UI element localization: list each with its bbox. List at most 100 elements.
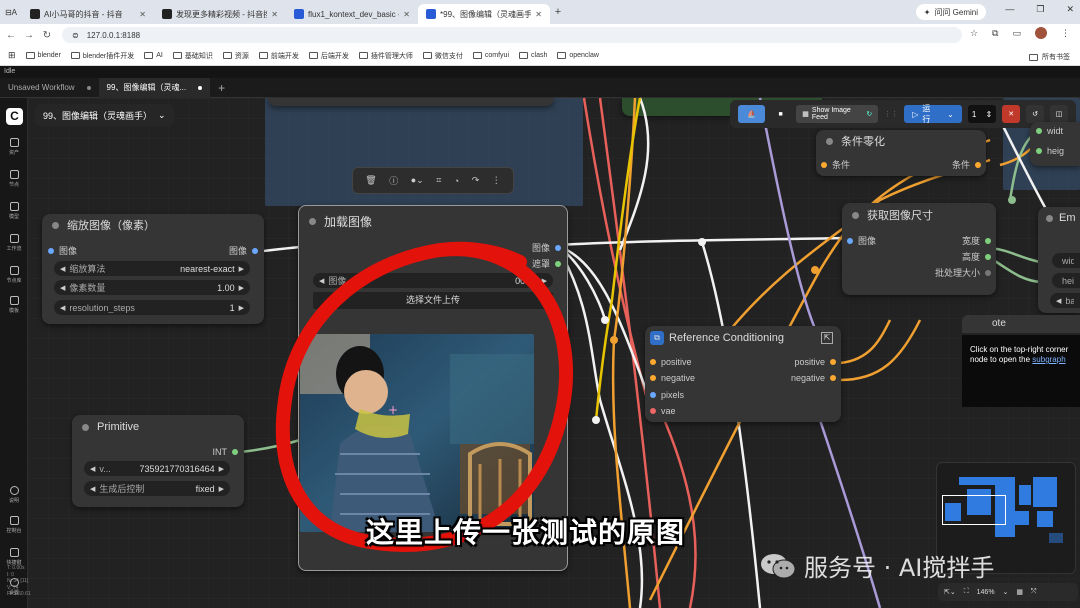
bookmark-item[interactable]: AI xyxy=(144,52,163,59)
widget-value[interactable]: ◀ v... 735921770316464 ▶ xyxy=(84,461,230,476)
node-collapse-icon[interactable] xyxy=(82,423,89,431)
output-slot-width[interactable]: 宽度 xyxy=(962,234,991,247)
widget-width[interactable]: wid xyxy=(1052,253,1080,268)
upload-button[interactable]: 选择文件上传 xyxy=(313,292,553,309)
link-visibility-icon[interactable]: ⤲ xyxy=(1031,588,1037,596)
widget-control-after-generate[interactable]: ◀ 生成后控制 fixed ▶ xyxy=(84,481,230,496)
node-collapse-icon[interactable] xyxy=(309,217,316,225)
color-icon[interactable]: ●⌄ xyxy=(411,175,424,186)
node-reference-conditioning[interactable]: ⧉ Reference Conditioning ⇱ positive nega… xyxy=(645,326,841,422)
browser-tab-3[interactable]: flux1_kontext_dev_basic - Co ✕ xyxy=(286,4,418,24)
node-collapse-icon[interactable] xyxy=(52,221,59,229)
browser-tab-1[interactable]: AI小马哥的抖音 - 抖音 ✕ xyxy=(22,4,154,24)
browser-tab-2[interactable]: 发现更多精彩视频 - 抖音搜索 ✕ xyxy=(154,4,286,24)
sidebar-item-models[interactable]: 模型 xyxy=(0,202,28,220)
output-slot-negative[interactable]: negative xyxy=(791,373,836,383)
bookmark-item[interactable]: blender插件开发 xyxy=(70,51,134,61)
widget-megapixels[interactable]: ◀ 像素数量 1.00 ▶ xyxy=(54,280,250,295)
star-icon[interactable]: ☆ xyxy=(970,28,978,39)
bookmark-item[interactable]: clash xyxy=(519,52,547,59)
widget-image-select[interactable]: ◀ 图像 002.p ▶ xyxy=(313,273,553,288)
output-slot-height[interactable]: 高度 xyxy=(962,250,991,263)
site-info-icon[interactable]: ⊜ xyxy=(72,31,79,40)
node-collapse-icon[interactable] xyxy=(852,211,859,219)
node-conditioning-zero[interactable]: 条件零化 条件 条件 xyxy=(816,130,986,176)
node-get-image-size[interactable]: 获取图像尺寸 图像 宽度 高度 批处理大小 xyxy=(842,203,996,295)
bookmark-item[interactable]: 插件管理大师 xyxy=(358,51,413,61)
bypass-icon[interactable]: ◔ xyxy=(454,176,459,186)
drag-handle-icon[interactable]: ⋮⋮ xyxy=(884,110,898,118)
sidebar-item-node-library[interactable]: 节点库 xyxy=(0,266,28,284)
bookmark-item[interactable]: 基础知识 xyxy=(172,51,213,61)
extensions-icon[interactable]: ⧉ xyxy=(992,28,998,39)
maximize-icon[interactable]: ❐ xyxy=(1036,4,1044,15)
tab-unsaved-workflow[interactable]: Unsaved Workflow xyxy=(0,78,99,98)
widget-batch[interactable]: ◀bat xyxy=(1050,293,1080,308)
history-icon[interactable]: ↺ xyxy=(1026,105,1044,123)
sidebar-item-templates[interactable]: 模板 xyxy=(0,296,28,314)
gemini-button[interactable]: ✦ 问问 Gemini xyxy=(915,4,986,20)
minimize-icon[interactable]: — xyxy=(1005,4,1014,15)
sidebar-item-assets[interactable]: 资产 xyxy=(0,138,28,156)
output-slot-image[interactable]: 图像 xyxy=(532,241,561,254)
bookmark-item[interactable]: 前端开发 xyxy=(258,51,299,61)
url-input[interactable]: ⊜ 127.0.0.1:8188 xyxy=(62,27,962,43)
sidebar-item-console[interactable]: 控制台 xyxy=(0,516,28,534)
avatar[interactable] xyxy=(1035,27,1047,39)
all-bookmarks[interactable]: 所有书签 xyxy=(1029,52,1070,62)
minimap-viewport[interactable] xyxy=(942,495,1006,525)
info-icon[interactable]: ⓘ xyxy=(389,174,398,187)
bookmark-item[interactable]: comfyui xyxy=(472,52,509,59)
close-icon[interactable]: ✕ xyxy=(403,10,410,19)
add-workflow-button[interactable]: + xyxy=(210,78,233,98)
input-slot-height[interactable]: heig xyxy=(1036,146,1064,156)
input-slot-negative[interactable]: negative xyxy=(650,373,695,383)
minimap-icon[interactable]: ▦ xyxy=(1016,588,1023,596)
node-collapse-icon[interactable] xyxy=(1046,214,1053,222)
output-slot-conditioning[interactable]: 条件 xyxy=(952,158,981,171)
open-subgraph-icon[interactable]: ⇱ xyxy=(821,332,833,344)
more-icon[interactable]: ⋮ xyxy=(1061,28,1070,39)
sidebar-item-nodes[interactable]: 节点 xyxy=(0,170,28,188)
convert-icon[interactable]: ↷ xyxy=(472,175,480,186)
bookmark-item[interactable]: 微信支付 xyxy=(422,51,463,61)
sidebar-item-help[interactable]: 说明 xyxy=(0,486,28,504)
sidebar-item-shortcuts[interactable]: 快捷键 xyxy=(0,548,28,566)
run-button[interactable]: ▷ 运行 ⌄ xyxy=(904,104,962,124)
close-icon[interactable]: ✕ xyxy=(139,10,146,19)
input-slot-image[interactable]: 图像 xyxy=(48,244,77,257)
run-count-stepper[interactable]: 1 ⇕ xyxy=(967,105,997,123)
sidepanel-icon[interactable]: ▭ xyxy=(1012,28,1021,39)
input-slot-pixels[interactable]: pixels xyxy=(650,390,684,400)
widget-resolution-steps[interactable]: ◀ resolution_steps 1 ▶ xyxy=(54,300,250,315)
tab-image-edit[interactable]: 99、图像编辑（灵魂... xyxy=(98,77,211,98)
input-slot-width[interactable]: widt xyxy=(1036,126,1063,136)
output-slot-mask[interactable]: 遮罩 xyxy=(532,257,561,270)
bookmark-item[interactable]: blender xyxy=(25,52,61,59)
node-partial-right[interactable]: Em wid hei ◀bat xyxy=(1038,207,1080,313)
workflow-title-dropdown[interactable]: 99、图像编辑（灵魂画手） ⌄ xyxy=(35,104,174,126)
node-scale-image[interactable]: 缩放图像（像素） 图像 图像 ◀ 缩放算法 nearest-exact ▶ ◀ 像素数量… xyxy=(42,214,264,324)
bookmark-item[interactable]: openclaw xyxy=(557,52,599,59)
bookmark-item[interactable]: 后端开发 xyxy=(308,51,349,61)
fit-view-icon[interactable]: ⛶ xyxy=(964,588,969,596)
input-slot-vae[interactable]: vae xyxy=(650,406,676,416)
zoom-level[interactable]: 146% xyxy=(977,589,995,596)
forward-icon[interactable]: → xyxy=(22,30,36,41)
subgraph-link[interactable]: subgraph xyxy=(1032,355,1065,364)
output-slot-image[interactable]: 图像 xyxy=(229,244,258,257)
cancel-icon[interactable]: ✕ xyxy=(1002,105,1021,123)
output-slot-int[interactable]: INT xyxy=(213,447,238,457)
output-slot-positive[interactable]: positive xyxy=(794,357,836,367)
input-slot-conditioning[interactable]: 条件 xyxy=(821,158,850,171)
new-tab-button[interactable]: + xyxy=(550,6,566,18)
node-collapse-icon[interactable] xyxy=(826,137,833,145)
widget-height[interactable]: hei xyxy=(1052,273,1080,288)
comfy-logo-icon[interactable]: C xyxy=(6,108,23,125)
browser-menu-icon[interactable]: ⊟A xyxy=(0,8,22,17)
chevron-down-icon[interactable]: ⌄ xyxy=(1003,588,1009,596)
close-icon[interactable]: ✕ xyxy=(535,10,542,19)
bookmark-item[interactable]: 资源 xyxy=(222,51,249,61)
cursor-icon[interactable]: ⇱⌄ xyxy=(944,588,956,596)
window-close-icon[interactable]: ✕ xyxy=(1066,4,1074,15)
